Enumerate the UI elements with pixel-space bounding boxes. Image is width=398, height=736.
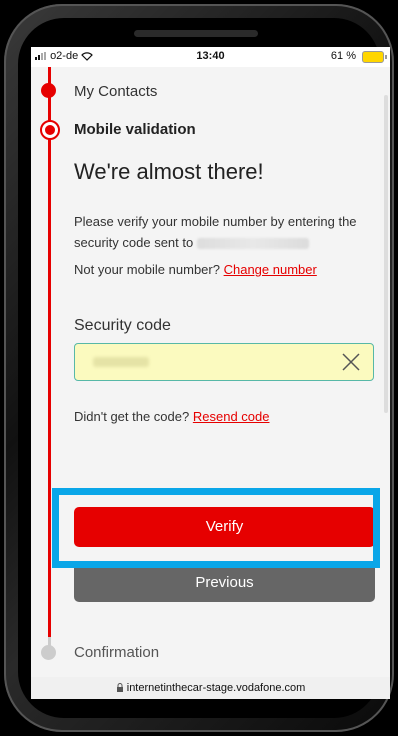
security-code-label: Security code [74,317,171,334]
screen: o2-de 13:40 61 % My Contacts Mobile vali… [31,47,390,699]
progress-line [48,67,51,654]
step-my-contacts[interactable]: My Contacts [31,81,390,101]
battery-icon [362,51,387,63]
step-current-icon [40,120,60,140]
change-number-link[interactable]: Change number [224,262,317,277]
redacted-phone-number [196,238,309,250]
clear-icon[interactable] [341,352,361,372]
resend-code-link[interactable]: Resend code [193,409,270,424]
step-pending-icon [41,645,56,660]
not-your-number-text: Not your mobile number? [74,262,220,277]
resend-row: Didn't get the code? Resend code [74,409,269,424]
scrollbar[interactable] [384,95,388,413]
step-confirmation: Confirmation [31,643,390,663]
change-number-row: Not your mobile number? Change number [74,259,317,280]
url-text: internetinthecar-stage.vodafone.com [126,682,306,694]
page-title: We're almost there! [74,159,264,184]
didnt-get-code-text: Didn't get the code? [74,409,190,424]
security-code-input[interactable] [74,343,374,381]
phone-speaker [134,30,258,37]
previous-button[interactable]: Previous [74,563,375,602]
step-mobile-validation: Mobile validation [31,119,390,141]
lock-icon [116,683,123,692]
status-bar: o2-de 13:40 61 % [31,47,390,67]
step-label: My Contacts [74,83,158,100]
highlight-frame [52,488,380,568]
step-complete-icon [41,83,56,98]
battery-percent: 61 % [330,50,356,62]
step-label: Confirmation [74,644,160,661]
browser-url-bar[interactable]: internetinthecar-stage.vodafone.com [31,677,390,699]
redacted-code [93,357,149,367]
step-label: Mobile validation [74,121,196,138]
verify-instructions: Please verify your mobile number by ente… [74,211,379,253]
